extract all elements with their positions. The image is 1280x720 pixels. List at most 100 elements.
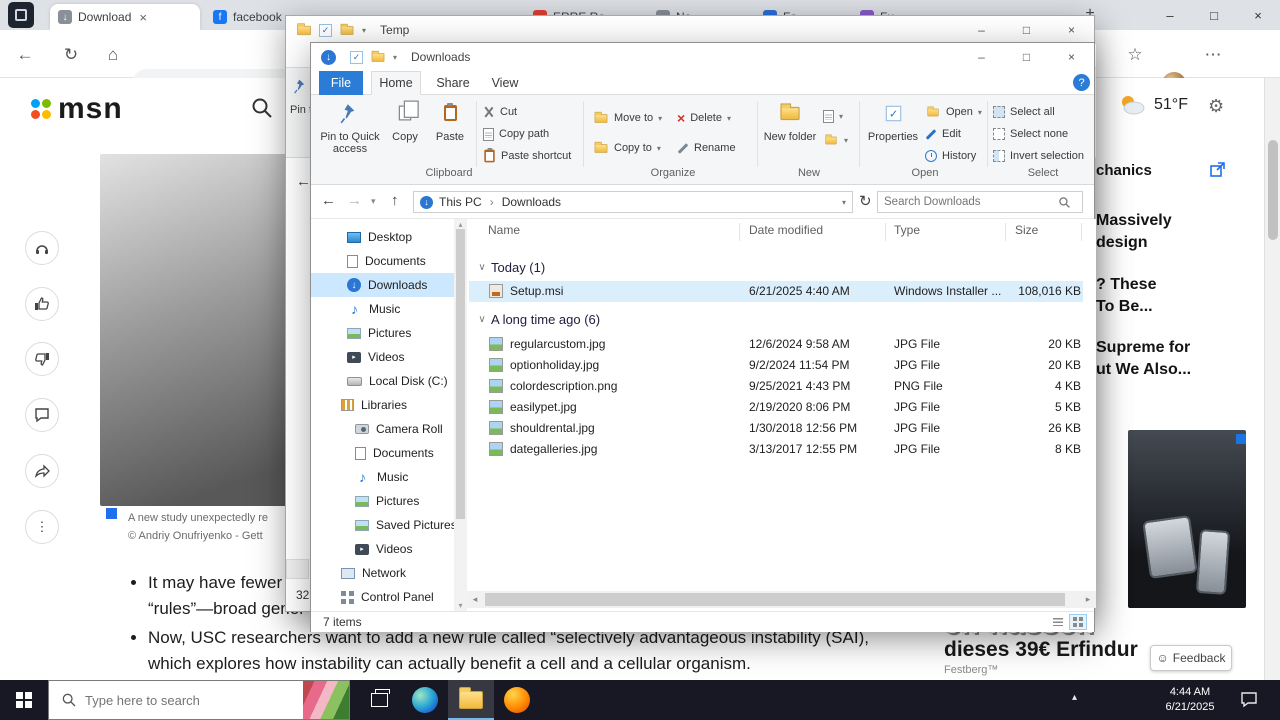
- collapse-chevron-icon[interactable]: ∨: [473, 262, 491, 273]
- scroll-left-icon[interactable]: ◂: [467, 594, 483, 605]
- scroll-down-icon[interactable]: ▾: [456, 601, 465, 610]
- share-button[interactable]: [25, 454, 59, 488]
- sidebar-item-desktop[interactable]: Desktop: [311, 225, 467, 249]
- move-to-button[interactable]: Move to ▾: [593, 109, 662, 127]
- new-folder-button[interactable]: New folder: [763, 98, 817, 168]
- ad-choices-icon[interactable]: [1236, 434, 1246, 444]
- nav-forward-icon[interactable]: →: [347, 192, 362, 209]
- sidebar-item-control-panel[interactable]: Control Panel: [311, 585, 467, 609]
- scrollbar-thumb[interactable]: [1268, 140, 1278, 240]
- explorer-titlebar[interactable]: ↓ ✓ ▾ Downloads – □ ×: [311, 43, 1094, 71]
- refresh-icon[interactable]: ↻: [58, 42, 84, 68]
- breadcrumb-current[interactable]: Downloads: [502, 195, 561, 209]
- file-row[interactable]: easilypet.jpg 2/19/2020 8:06 PM JPG File…: [469, 397, 1083, 418]
- sidebar-item-saved-pictures[interactable]: Saved Pictures: [311, 513, 467, 537]
- sidebar-item-pictures-lib[interactable]: Pictures: [311, 489, 467, 513]
- temp-minimize-button[interactable]: –: [959, 16, 1004, 44]
- more-actions-button[interactable]: ⋮: [25, 510, 59, 544]
- browser-menu-icon[interactable]: ⋯: [1200, 42, 1226, 68]
- browser-app-icon[interactable]: [8, 2, 34, 28]
- taskbar-file-explorer-button[interactable]: [448, 680, 494, 720]
- delete-button[interactable]: × Delete ▾: [677, 109, 731, 127]
- listen-button[interactable]: [25, 231, 59, 265]
- action-center-button[interactable]: [1240, 690, 1258, 711]
- sidebar-item-documents-lib[interactable]: Documents: [311, 441, 467, 465]
- taskbar-firefox-button[interactable]: [494, 680, 540, 720]
- scroll-up-icon[interactable]: ▴: [456, 220, 465, 229]
- open-button[interactable]: Open ▾: [925, 103, 982, 121]
- file-row[interactable]: regularcustom.jpg 12/6/2024 9:58 AM JPG …: [469, 334, 1083, 355]
- rail-section-title[interactable]: chanics: [1096, 162, 1152, 179]
- tab-view[interactable]: View: [483, 71, 527, 95]
- search-icon[interactable]: [250, 96, 274, 120]
- paste-button[interactable]: Paste: [427, 98, 473, 168]
- copy-to-button[interactable]: Copy to ▾: [593, 139, 661, 157]
- explorer-search-box[interactable]: [877, 191, 1083, 213]
- temp-titlebar[interactable]: ✓ ▾ Temp – □ ×: [286, 16, 1094, 44]
- taskbar-clock[interactable]: 4:44 AM 6/21/2025: [1152, 685, 1228, 715]
- sidebar-item-network[interactable]: Network: [311, 561, 467, 585]
- explorer-maximize-button[interactable]: □: [1004, 43, 1049, 71]
- breadcrumb-root[interactable]: This PC: [439, 195, 482, 209]
- tray-expand-icon[interactable]: ▴: [1072, 692, 1077, 703]
- explorer-search-input[interactable]: [878, 196, 1058, 208]
- sidebar-item-camera-roll[interactable]: Camera Roll: [311, 417, 467, 441]
- sidebar-item-local-disk[interactable]: Local Disk (C:): [311, 369, 467, 393]
- comments-button[interactable]: [25, 398, 59, 432]
- file-row[interactable]: colordescription.png 9/25/2021 4:43 PM P…: [469, 376, 1083, 397]
- group-header-long-ago[interactable]: ∨ A long time ago (6): [467, 309, 600, 329]
- column-header-date[interactable]: Date modified: [749, 223, 823, 237]
- qat-properties-icon[interactable]: ✓: [319, 23, 332, 37]
- file-row[interactable]: shouldrental.jpg 1/30/2018 12:56 PM JPG …: [469, 418, 1083, 439]
- temp-maximize-button[interactable]: □: [1004, 16, 1049, 44]
- ad-image[interactable]: [1128, 430, 1246, 608]
- back-icon[interactable]: ←: [12, 42, 38, 68]
- breadcrumb[interactable]: ↓ This PC › Downloads ▾: [413, 191, 853, 213]
- collapse-chevron-icon[interactable]: ∨: [473, 314, 491, 325]
- cut-button[interactable]: Cut: [483, 103, 517, 121]
- scrollbar-thumb[interactable]: [456, 229, 465, 519]
- select-none-button[interactable]: Select none: [993, 125, 1068, 143]
- tab-close-icon[interactable]: ×: [139, 10, 147, 25]
- group-header-today[interactable]: ∨ Today (1): [467, 257, 545, 277]
- sidebar-item-downloads[interactable]: ↓ Downloads: [311, 273, 467, 297]
- properties-button[interactable]: ✓ Properties: [865, 98, 921, 168]
- scroll-right-icon[interactable]: ▸: [1080, 594, 1096, 605]
- feedback-button[interactable]: ☺ Feedback: [1150, 645, 1232, 671]
- rename-button[interactable]: Rename: [677, 139, 736, 157]
- temp-pin-button-fragment[interactable]: Pin to Quick access: [290, 104, 311, 116]
- nav-recent-icon[interactable]: ▾: [371, 196, 376, 207]
- sidebar-item-music-lib[interactable]: ♪ Music: [311, 465, 467, 489]
- taskbar-search-box[interactable]: [48, 680, 350, 720]
- explorer-minimize-button[interactable]: –: [959, 43, 1004, 71]
- home-icon[interactable]: ⌂: [100, 42, 126, 68]
- tab-file[interactable]: File: [319, 71, 363, 95]
- task-view-button[interactable]: [356, 680, 402, 720]
- thumbs-up-button[interactable]: [25, 287, 59, 321]
- column-header-name[interactable]: Name: [488, 223, 520, 237]
- edit-button[interactable]: Edit: [925, 125, 961, 143]
- browser-tab-download[interactable]: ↓ Download ×: [50, 4, 200, 30]
- temp-close-button[interactable]: ×: [1049, 16, 1094, 44]
- rail-headline-3[interactable]: Supreme for ut We Also...: [1096, 337, 1191, 381]
- explorer-close-button[interactable]: ×: [1049, 43, 1094, 71]
- file-row[interactable]: dategalleries.jpg 3/13/2017 12:55 PM JPG…: [469, 439, 1083, 460]
- tab-home[interactable]: Home: [371, 71, 421, 95]
- sidebar-item-documents[interactable]: Documents: [311, 249, 467, 273]
- rail-headline-1[interactable]: Massively design: [1096, 210, 1172, 254]
- nav-scrollbar[interactable]: ▴ ▾: [454, 219, 467, 611]
- browser-maximize-button[interactable]: □: [1192, 0, 1236, 30]
- nav-up-icon[interactable]: ↑: [391, 192, 399, 209]
- sidebar-item-music[interactable]: ♪ Music: [311, 297, 467, 321]
- help-button[interactable]: ?: [1073, 74, 1090, 91]
- qat-customize-icon[interactable]: ▾: [393, 53, 397, 62]
- taskbar-edge-button[interactable]: [402, 680, 448, 720]
- history-button[interactable]: History: [925, 147, 976, 165]
- tab-share[interactable]: Share: [429, 71, 477, 95]
- weather-widget[interactable]: 51°F: [1118, 94, 1188, 116]
- invert-selection-button[interactable]: Invert selection: [993, 147, 1084, 165]
- settings-gear-icon[interactable]: ⚙: [1208, 96, 1224, 117]
- qat-properties-icon[interactable]: ✓: [350, 50, 363, 64]
- sidebar-item-videos[interactable]: ▸ Videos: [311, 345, 467, 369]
- sidebar-item-pictures[interactable]: Pictures: [311, 321, 467, 345]
